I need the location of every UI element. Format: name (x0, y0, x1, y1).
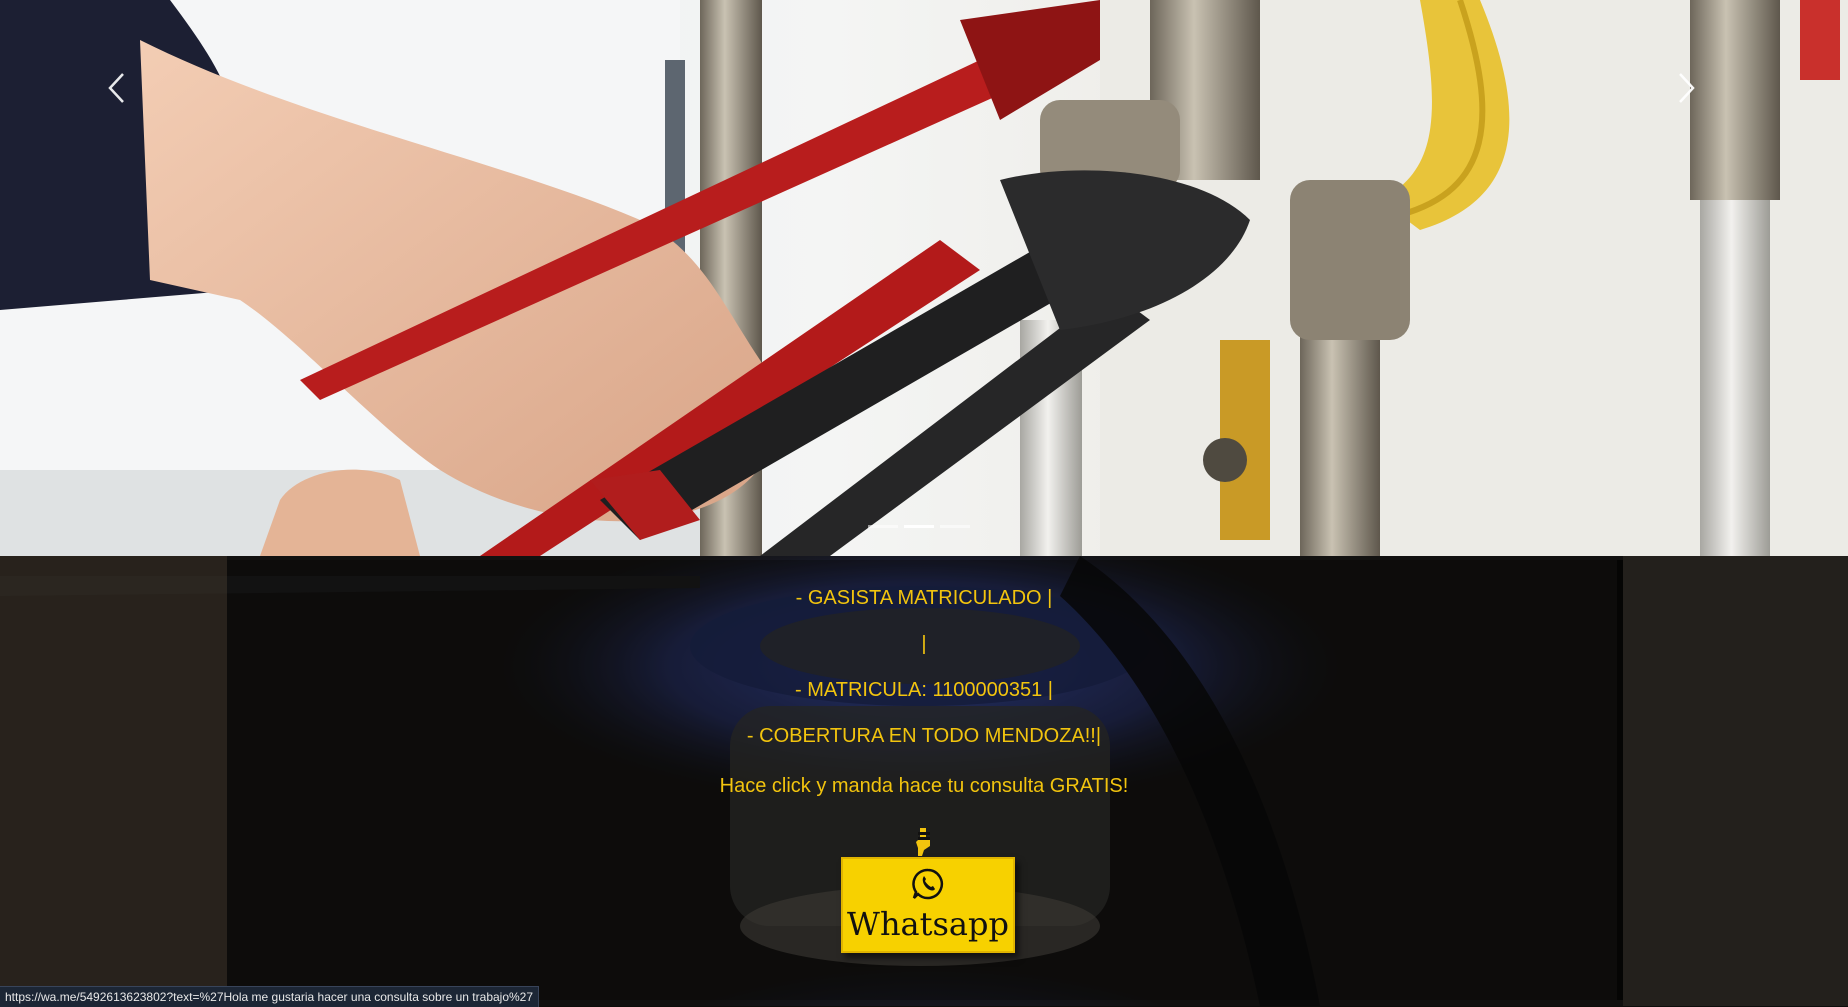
info-line-consulta: Hace click y manda hace tu consulta GRAT… (719, 775, 1129, 797)
whatsapp-button-label: Whatsapp (847, 905, 1009, 943)
whatsapp-icon (912, 868, 944, 900)
chevron-right-icon (1679, 73, 1695, 103)
info-line-separator: | (921, 633, 927, 655)
info-line-cobertura: - COBERTURA EN TODO MENDOZA!!| (746, 725, 1102, 747)
carousel-indicator-1[interactable] (868, 525, 898, 528)
carousel-indicator-3[interactable] (940, 525, 970, 528)
carousel-next-button[interactable] (1676, 70, 1736, 140)
chevron-left-icon (108, 73, 124, 103)
carousel-prev-button[interactable] (105, 70, 165, 140)
info-line-gasista: - GASISTA MATRICULADO | (795, 587, 1053, 609)
info-line-matricula: - MATRICULA: 1100000351 | (795, 679, 1053, 701)
status-bar-url: https://wa.me/5492613623802?text=%27Hola… (0, 986, 540, 1007)
carousel-indicators (868, 525, 970, 528)
hero-carousel (0, 0, 1848, 556)
whatsapp-button[interactable]: Whatsapp (841, 857, 1015, 953)
carousel-indicator-2[interactable] (904, 525, 934, 528)
pointing-hand-icon (916, 828, 930, 856)
hero-image-plumber-pliers (0, 0, 1848, 556)
